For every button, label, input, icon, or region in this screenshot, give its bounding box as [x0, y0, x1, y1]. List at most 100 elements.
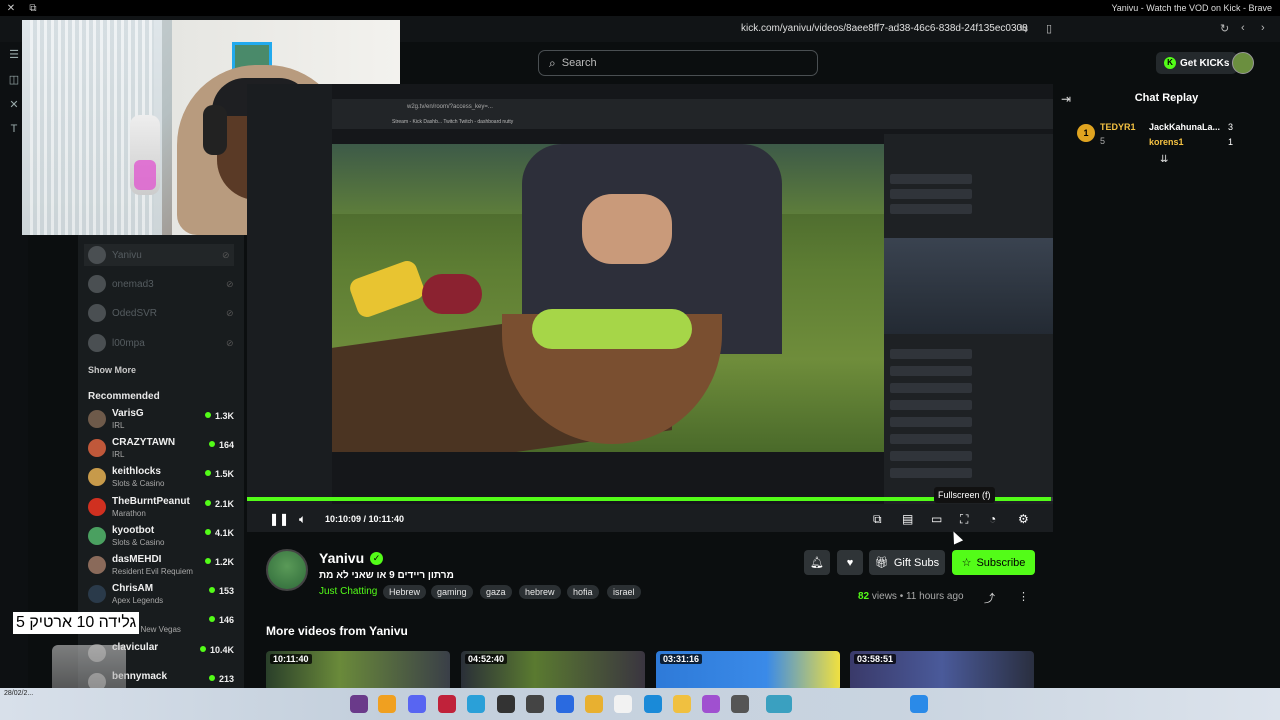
recommended-channel-name: dasMEHDI [112, 554, 162, 565]
share-icon[interactable]: ⇆ [1019, 22, 1028, 35]
video-player[interactable]: w2g.tv/en/room/?access_key=... Stream - … [247, 84, 1053, 532]
fullscreen-icon[interactable]: ⛶ [960, 512, 968, 527]
app-icon[interactable] [731, 695, 749, 713]
gift-subs-button[interactable]: 🎁︎ Gift Subs [869, 550, 945, 575]
more-videos-heading: More videos from Yanivu [266, 624, 408, 638]
reload-icon[interactable]: ↻ [1220, 22, 1229, 35]
app-icon[interactable] [766, 695, 792, 713]
video-thumbnail[interactable]: 10:11:40 [266, 651, 450, 691]
recommended-channel-category: Marathon [112, 508, 146, 518]
speed-icon[interactable]: ◔ [989, 512, 996, 526]
gifter-name[interactable]: JackKahunaLa... [1149, 122, 1220, 132]
get-kicks-button[interactable]: K Get KICKs [1156, 52, 1238, 74]
search-box[interactable]: ⌕ [538, 50, 818, 76]
app-icon[interactable] [614, 695, 632, 713]
tag[interactable]: gaming [431, 585, 473, 599]
app-icon[interactable] [526, 695, 544, 713]
avatar [88, 304, 106, 322]
subscribe-button[interactable]: ☆ Subscribe [952, 550, 1035, 575]
tag[interactable]: hebrew [519, 585, 561, 599]
chrome-icon[interactable] [585, 695, 603, 713]
viewer-count: 153 [209, 586, 234, 596]
theater-mode-icon[interactable]: ▭ [931, 512, 942, 526]
followed-channel[interactable]: Yanivu ⊘ [84, 244, 234, 266]
category-link[interactable]: Just Chatting [319, 586, 377, 597]
followed-channel[interactable]: onemad3 ⊘ [88, 273, 234, 295]
video-thumbnail[interactable]: 04:52:40 [461, 651, 645, 691]
app-icon[interactable] [497, 695, 515, 713]
bookmark-icon[interactable]: ▯ [1046, 22, 1052, 35]
tag[interactable]: israel [607, 585, 641, 599]
recommended-channel-name: keithlocks [112, 466, 161, 478]
seek-bar[interactable] [247, 497, 1053, 501]
top-gifter-name[interactable]: TEDYR1 [1100, 122, 1136, 132]
chat-title: Chat Replay [1134, 92, 1199, 104]
edge-icon[interactable] [644, 695, 662, 713]
video-content [332, 144, 884, 452]
avatar [88, 585, 106, 604]
pause-icon[interactable]: ❚❚ [269, 512, 289, 526]
app-icon[interactable] [556, 695, 574, 713]
followed-channel-name: Yanivu [112, 249, 142, 261]
channel-name[interactable]: Yanivu [319, 550, 364, 566]
video-thumbnail[interactable]: 03:31:16 [656, 651, 840, 691]
app-icon[interactable] [378, 695, 396, 713]
avatar [88, 275, 106, 293]
video-thumbnail[interactable]: 03:58:51 [850, 651, 1034, 691]
gifter-name[interactable]: korens1 [1149, 137, 1184, 147]
star-icon: ☆ [961, 557, 972, 569]
recommended-channel-category: Resident Evil Requiem [112, 567, 193, 576]
recommended-channel[interactable]: ChrisAM Apex Legends 153 [88, 582, 238, 608]
followed-channel[interactable]: l00mpa ⊘ [88, 332, 234, 354]
subscribe-label: Subscribe [976, 556, 1026, 569]
views-label: views [871, 591, 897, 602]
offline-icon: ⊘ [226, 278, 234, 289]
tag[interactable]: Hebrew [383, 585, 427, 599]
settings-icon[interactable]: ⚙ [1018, 512, 1029, 526]
bell-icon: 🔔︎ [810, 557, 824, 569]
follow-button[interactable]: ♥ [837, 550, 863, 575]
recommended-channel[interactable]: keithlocks Slots & Casino 1.5K [88, 465, 238, 491]
file-explorer-icon[interactable] [673, 695, 691, 713]
share-icon[interactable]: ⤴ [984, 590, 995, 606]
channel-avatar[interactable] [266, 549, 308, 591]
forward-icon[interactable]: › [1261, 22, 1265, 34]
recommended-channel-name: TheBurntPeanut [112, 495, 190, 507]
recommended-channel[interactable]: VarisG IRL 1.3K [88, 407, 238, 433]
close-window-icon[interactable]: ✕ [0, 3, 22, 14]
viewer-count: 4.1K [205, 528, 234, 538]
recommended-channel-name: VarisG [112, 408, 144, 419]
captured-side-panel [884, 134, 1053, 504]
pip-icon[interactable]: ⧉ [873, 512, 882, 527]
clip-icon[interactable]: ▤ [902, 512, 913, 526]
volume-icon[interactable]: 🔈︎ [299, 512, 306, 527]
tag[interactable]: gaza [480, 585, 512, 599]
back-icon[interactable]: ‹ [1241, 22, 1245, 34]
discord-icon[interactable] [408, 695, 426, 713]
app-icon[interactable] [438, 695, 456, 713]
gifter-count: 1 [1228, 137, 1234, 147]
pin-icon[interactable]: ⧉ [22, 3, 44, 14]
recommended-channel[interactable]: kyootbot Slots & Casino 4.1K [88, 524, 238, 550]
search-input[interactable] [561, 57, 802, 69]
recommended-channel[interactable]: dasMEHDI Resident Evil Requiem 1.2K [88, 553, 238, 579]
user-avatar[interactable] [1232, 52, 1254, 74]
recommended-heading: Recommended [88, 391, 160, 402]
app-icon[interactable] [702, 695, 720, 713]
expand-leaderboard-icon[interactable]: ⇊ [1160, 154, 1168, 165]
video-info: Yanivu ✓ מרתון ריידים 9 או שאני לא מת Ju… [247, 540, 1053, 691]
app-icon[interactable] [467, 695, 485, 713]
show-more-link[interactable]: Show More [88, 365, 136, 375]
notification-bell-button[interactable]: 🔔︎ [804, 550, 830, 575]
url-text[interactable]: kick.com/yanivu/videos/8aee8ff7-ad38-46c… [741, 23, 1028, 34]
video-duration: 10:11:40 [270, 654, 312, 664]
offline-icon: ⊘ [226, 337, 234, 348]
recommended-channel[interactable]: TheBurntPeanut Marathon 2.1K [88, 495, 238, 521]
more-options-icon[interactable]: ⋮ [1018, 590, 1029, 603]
tag[interactable]: hofia [567, 585, 599, 599]
rank-badge: 1 [1077, 124, 1095, 142]
app-icon[interactable] [350, 695, 368, 713]
followed-channel[interactable]: OdedSVR ⊘ [88, 302, 234, 324]
recommended-channel[interactable]: CRAZYTAWN IRL 164 [88, 436, 238, 462]
windows-start-icon[interactable] [910, 695, 928, 713]
